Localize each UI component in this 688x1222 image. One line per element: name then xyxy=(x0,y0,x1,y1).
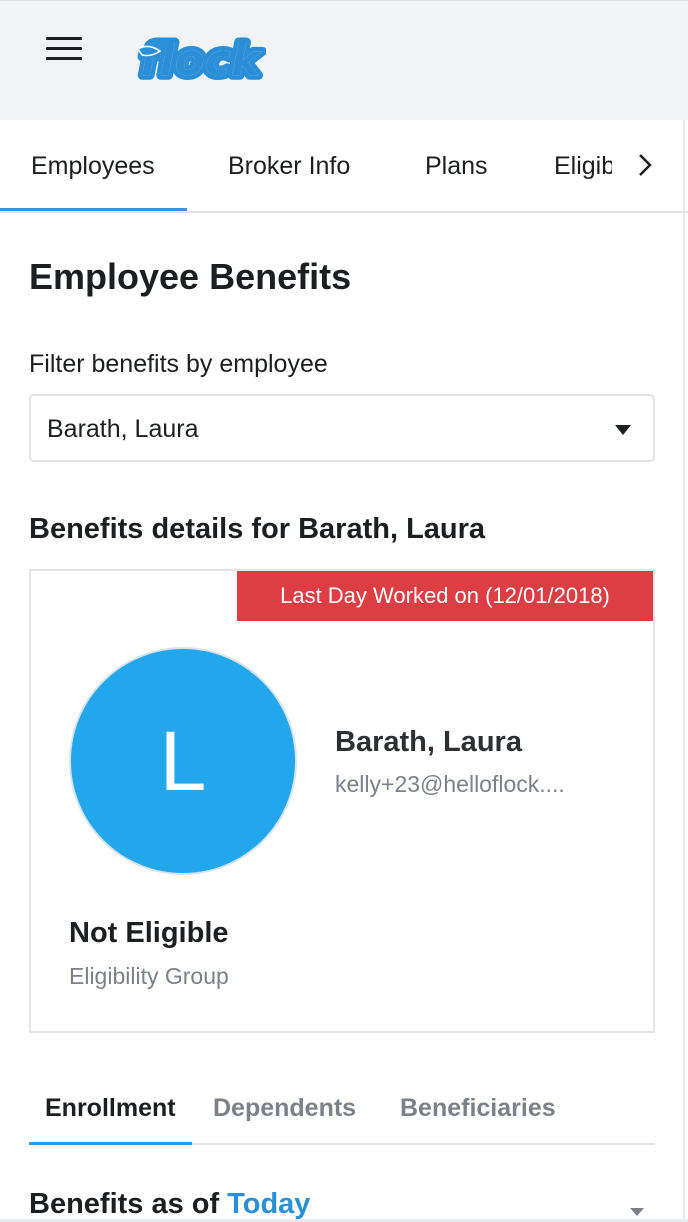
main-nav-tabs: Employees Broker Info Plans Eligibility xyxy=(0,120,688,213)
hamburger-menu-icon[interactable] xyxy=(46,37,82,61)
employee-filter-select[interactable]: Barath, Laura xyxy=(29,394,655,462)
employee-name: Barath, Laura xyxy=(335,726,522,758)
employee-filter-value: Barath, Laura xyxy=(47,415,199,443)
status-ribbon: Last Day Worked on (12/01/2018) xyxy=(237,571,653,621)
top-bar: flock flock xyxy=(0,0,688,120)
details-title: Benefits details for Barath, Laura xyxy=(29,513,486,545)
employee-card: Last Day Worked on (12/01/2018) L Barath… xyxy=(29,569,655,1033)
benefits-as-of-date-link[interactable]: Today xyxy=(227,1188,310,1220)
employee-email: kelly+23@helloflock.... xyxy=(335,771,565,797)
eligibility-label: Eligibility Group xyxy=(69,963,229,989)
svg-text:flock: flock xyxy=(140,35,263,86)
benefit-sub-tabs: Enrollment Dependents Beneficiaries xyxy=(29,1072,655,1145)
tabs-scroll-right-button[interactable] xyxy=(612,120,688,211)
tab-dependents[interactable]: Dependents xyxy=(213,1072,356,1143)
tab-enrollment[interactable]: Enrollment xyxy=(29,1072,192,1145)
caret-down-icon[interactable] xyxy=(630,1208,644,1216)
page-title: Employee Benefits xyxy=(29,256,352,297)
caret-down-icon xyxy=(615,425,631,435)
avatar: L xyxy=(69,647,297,875)
tab-employees[interactable]: Employees xyxy=(0,120,187,211)
flock-logo[interactable]: flock flock xyxy=(134,29,266,93)
scrollbar-track[interactable] xyxy=(683,120,685,1222)
eligibility-status: Not Eligible xyxy=(69,917,229,949)
chevron-right-icon xyxy=(639,154,652,176)
filter-label: Filter benefits by employee xyxy=(29,350,328,378)
benefits-as-of-label: Benefits as of xyxy=(29,1188,220,1220)
tab-beneficiaries[interactable]: Beneficiaries xyxy=(400,1072,556,1143)
benefits-as-of: Benefits as of Today xyxy=(29,1188,310,1221)
tab-plans[interactable]: Plans xyxy=(425,120,488,211)
tab-broker-info[interactable]: Broker Info xyxy=(228,120,350,211)
